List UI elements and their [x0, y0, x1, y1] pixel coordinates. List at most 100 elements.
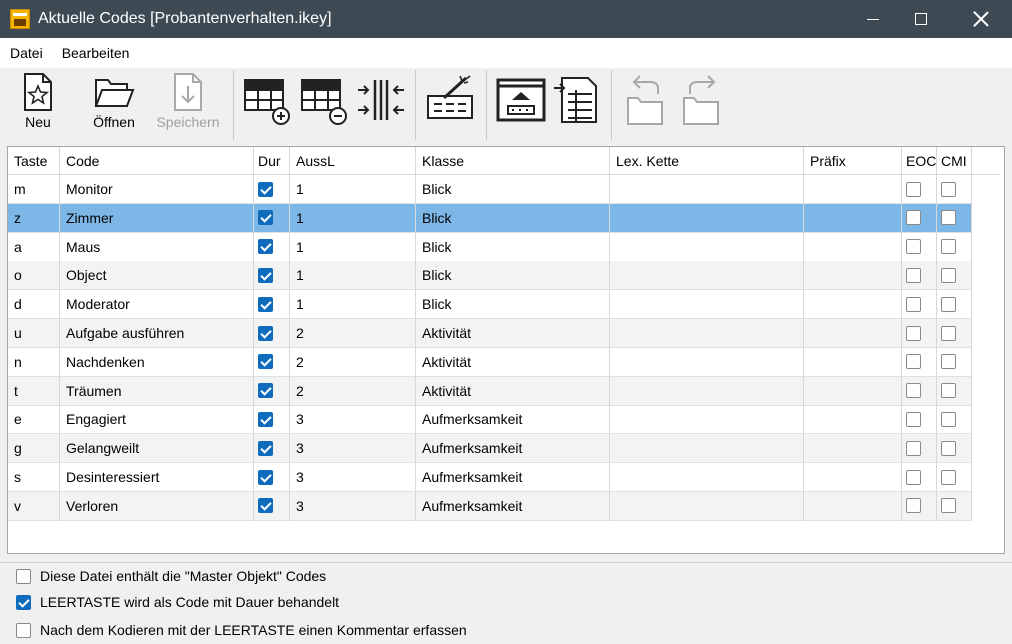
remove-row-button[interactable] [300, 72, 350, 138]
cell-eoc[interactable] [902, 290, 937, 320]
eoc-checkbox[interactable] [906, 498, 921, 514]
import-button[interactable] [494, 72, 550, 138]
table-row[interactable]: u Aufgabe ausführen 2 Aktivität [8, 319, 972, 348]
cell-praefix[interactable] [804, 405, 902, 435]
cell-aussl[interactable]: 1 [290, 232, 416, 262]
cell-dur[interactable] [254, 434, 290, 464]
cell-lex-kette[interactable] [610, 203, 804, 233]
cell-klasse[interactable]: Aktivität [416, 376, 610, 406]
cell-lex-kette[interactable] [610, 347, 804, 377]
cell-code[interactable]: Desinteressiert [60, 463, 254, 492]
dur-checkbox[interactable] [258, 210, 273, 226]
cell-dur[interactable] [254, 376, 290, 406]
column-header-cmi[interactable]: CMI [937, 147, 972, 174]
table-row[interactable]: a Maus 1 Blick [8, 232, 972, 262]
export-list-button[interactable] [552, 72, 602, 138]
eoc-checkbox[interactable] [906, 411, 921, 427]
cell-cmi[interactable] [937, 290, 972, 320]
cell-cmi[interactable] [937, 175, 972, 204]
cell-dur[interactable] [254, 203, 290, 233]
cell-eoc[interactable] [902, 175, 937, 204]
cell-lex-kette[interactable] [610, 405, 804, 435]
cell-klasse[interactable]: Aufmerksamkeit [416, 405, 610, 435]
cell-klasse[interactable]: Blick [416, 175, 610, 204]
cell-code[interactable]: Moderator [60, 290, 254, 320]
cell-praefix[interactable] [804, 232, 902, 262]
cell-eoc[interactable] [902, 491, 937, 521]
table-row[interactable]: e Engagiert 3 Aufmerksamkeit [8, 405, 972, 435]
cell-lex-kette[interactable] [610, 319, 804, 348]
table-row[interactable]: v Verloren 3 Aufmerksamkeit [8, 491, 972, 521]
cell-taste[interactable]: g [8, 434, 60, 464]
table-row[interactable]: z Zimmer 1 Blick [8, 203, 972, 233]
eoc-checkbox[interactable] [906, 325, 921, 341]
cmi-checkbox[interactable] [941, 325, 956, 341]
cell-taste[interactable]: s [8, 463, 60, 492]
cell-praefix[interactable] [804, 376, 902, 406]
cell-cmi[interactable] [937, 347, 972, 377]
cmi-checkbox[interactable] [941, 440, 956, 456]
cell-cmi[interactable] [937, 434, 972, 464]
cell-cmi[interactable] [937, 203, 972, 233]
cell-cmi[interactable] [937, 463, 972, 492]
dur-checkbox[interactable] [258, 498, 273, 514]
cell-aussl[interactable]: 3 [290, 405, 416, 435]
cmi-checkbox[interactable] [941, 469, 956, 485]
cell-aussl[interactable]: 1 [290, 203, 416, 233]
cell-taste[interactable]: t [8, 376, 60, 406]
cell-code[interactable]: Träumen [60, 376, 254, 406]
undo-button[interactable] [622, 72, 670, 138]
column-width-button[interactable] [356, 72, 406, 138]
dur-checkbox[interactable] [258, 354, 273, 370]
cell-klasse[interactable]: Aufmerksamkeit [416, 434, 610, 464]
table-row[interactable]: o Object 1 Blick [8, 261, 972, 291]
cell-dur[interactable] [254, 175, 290, 204]
cell-lex-kette[interactable] [610, 261, 804, 291]
dur-checkbox[interactable] [258, 383, 273, 399]
cell-aussl[interactable]: 1 [290, 290, 416, 320]
menu-bearbeiten[interactable]: Bearbeiten [52, 45, 139, 61]
eoc-checkbox[interactable] [906, 296, 921, 312]
magic-button[interactable] [424, 72, 478, 138]
save-button[interactable]: Speichern [152, 72, 224, 138]
cell-eoc[interactable] [902, 463, 937, 492]
cell-aussl[interactable]: 2 [290, 376, 416, 406]
cell-praefix[interactable] [804, 261, 902, 291]
eoc-checkbox[interactable] [906, 181, 921, 197]
cell-dur[interactable] [254, 232, 290, 262]
option-master-objekt[interactable]: Diese Datei enthält die "Master Objekt" … [16, 568, 326, 584]
cell-aussl[interactable]: 1 [290, 261, 416, 291]
cell-code[interactable]: Monitor [60, 175, 254, 204]
cell-praefix[interactable] [804, 290, 902, 320]
option-leertaste-dauer-checkbox[interactable] [16, 594, 31, 610]
cell-klasse[interactable]: Aktivität [416, 319, 610, 348]
column-header-klasse[interactable]: Klasse [416, 147, 610, 174]
cell-dur[interactable] [254, 405, 290, 435]
cell-eoc[interactable] [902, 232, 937, 262]
table-row[interactable]: n Nachdenken 2 Aktivität [8, 347, 972, 377]
cell-lex-kette[interactable] [610, 434, 804, 464]
redo-button[interactable] [678, 72, 726, 138]
cell-taste[interactable]: u [8, 319, 60, 348]
cell-lex-kette[interactable] [610, 491, 804, 521]
cmi-checkbox[interactable] [941, 383, 956, 399]
cell-praefix[interactable] [804, 319, 902, 348]
table-row[interactable]: d Moderator 1 Blick [8, 290, 972, 320]
cell-cmi[interactable] [937, 405, 972, 435]
cell-eoc[interactable] [902, 203, 937, 233]
cell-dur[interactable] [254, 463, 290, 492]
option-leertaste-kommentar-checkbox[interactable] [16, 622, 31, 638]
cell-taste[interactable]: m [8, 175, 60, 204]
minimize-button[interactable] [850, 0, 896, 38]
cell-code[interactable]: Nachdenken [60, 347, 254, 377]
cell-taste[interactable]: o [8, 261, 60, 291]
cell-lex-kette[interactable] [610, 232, 804, 262]
cell-lex-kette[interactable] [610, 376, 804, 406]
cmi-checkbox[interactable] [941, 239, 956, 255]
cell-taste[interactable]: v [8, 491, 60, 521]
cell-dur[interactable] [254, 319, 290, 348]
cell-eoc[interactable] [902, 261, 937, 291]
cmi-checkbox[interactable] [941, 210, 956, 226]
column-header-aussl[interactable]: AussL [290, 147, 416, 174]
cell-aussl[interactable]: 2 [290, 319, 416, 348]
